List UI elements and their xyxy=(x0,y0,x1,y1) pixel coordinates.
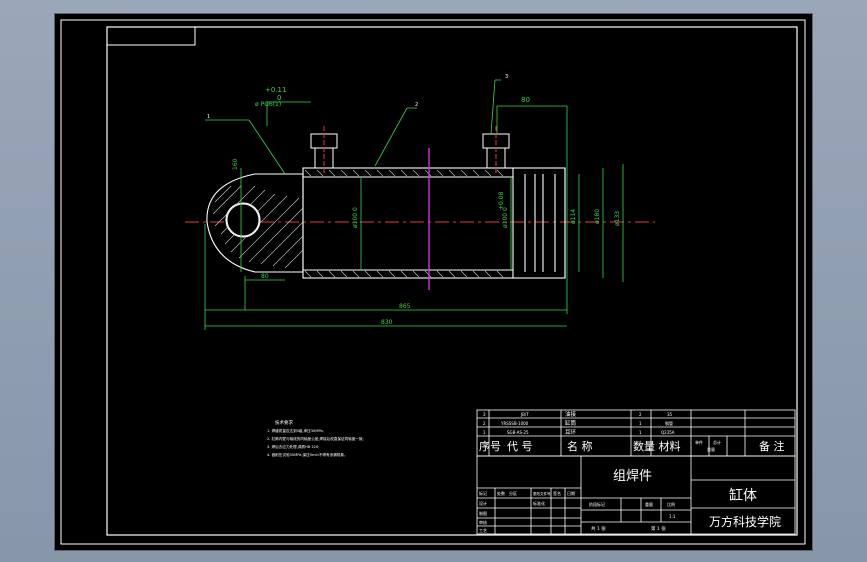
bom-code: JB/T xyxy=(520,412,529,417)
balloon-2: 2 xyxy=(415,102,418,108)
clevis-lug xyxy=(206,173,304,273)
tb-craft: 工艺 xyxy=(479,528,487,533)
tb-designer: 设计 xyxy=(479,500,487,506)
cad-viewport[interactable]: +0.11 0 ø PG6(1) 80 +0.08 ø100 0 ø100 0 … xyxy=(54,13,813,551)
tb-zone: 分区 xyxy=(509,490,517,496)
tb-stage: 阶段标记 xyxy=(589,501,605,507)
tb-count: 处数 xyxy=(497,490,505,496)
bom-qty: 1 xyxy=(639,430,642,435)
bom-no: 2 xyxy=(483,421,486,426)
bom-name: 油接 xyxy=(565,410,577,418)
tb-standard: 标准化 xyxy=(533,500,545,506)
bom-no: 1 xyxy=(483,430,486,435)
bom-name: 耳环 xyxy=(565,429,577,436)
dim-lug-w: 80 xyxy=(261,273,269,280)
tb-date: 日期 xyxy=(567,490,575,496)
tech-note-line: 2. 缸筒内壁与轴线的同轴度公差,焊接后校直保证同轴度一致; xyxy=(267,436,364,441)
tb-sheets: 共 1 张 xyxy=(591,525,606,532)
dim-lug-h: 160 xyxy=(232,158,239,170)
bom-header: 序号 代 号 名 称 数量 材料 单件 总计 重量 备 注 xyxy=(479,439,785,453)
balloon-1: 1 xyxy=(207,114,210,120)
bom-code: YRSSSB-1000 xyxy=(500,421,529,426)
dim-bore: ø100 0 xyxy=(352,207,359,228)
bom-qty: 2 xyxy=(639,412,642,417)
bom-header-weight-c: 重量 xyxy=(707,446,715,452)
tb-scale: 比例 xyxy=(667,501,675,507)
bom-rows: 3 JB/T 油接 2 35 2 YRSSSB-1000 缸筒 1 钢管 1 S… xyxy=(483,410,675,436)
cylinder-barrel xyxy=(302,167,566,279)
oil-port-right xyxy=(482,126,510,174)
dim-fit-left: +0.11 xyxy=(265,86,286,94)
bom-header-weight-a: 单件 xyxy=(695,439,703,445)
dim-port-left: ø PG6(1) xyxy=(255,101,281,108)
bom-qty: 1 xyxy=(639,421,642,426)
bom-header-remark: 备 注 xyxy=(759,439,785,453)
dim-seal: ø114 xyxy=(570,209,577,224)
oil-port-left xyxy=(310,126,338,174)
drawing-border xyxy=(106,26,798,536)
bom-code: SGB-AS-25 xyxy=(507,430,529,435)
tb-weight: 重量 xyxy=(645,501,653,507)
section-hatching xyxy=(304,169,504,278)
dim-inner: ø100 0 xyxy=(502,207,509,228)
tb-sign: 签名 xyxy=(553,490,561,496)
bom-material: 35 xyxy=(667,412,673,417)
assembly-title: 组焊件 xyxy=(613,468,652,484)
drawing-canvas[interactable]: +0.11 0 ø PG6(1) 80 +0.08 ø100 0 ø100 0 … xyxy=(55,14,812,550)
tb-change-no: 更改文件号 xyxy=(533,491,551,496)
tech-note-line: 3. 焊后去应力处理,调质HB 220; xyxy=(267,444,319,449)
bom-material: Q235A xyxy=(661,430,675,435)
tb-mark: 标记 xyxy=(479,490,487,496)
tb-scale-value: 1:1 xyxy=(669,514,676,519)
tb-drafter: 制图 xyxy=(479,510,487,516)
tech-notes-title: 技术要求 xyxy=(275,419,293,426)
dimension-lines xyxy=(204,79,624,330)
corner-code-box xyxy=(106,26,196,46)
bom-header-code: 代 号 xyxy=(507,440,533,453)
dim-out2: ø133 xyxy=(614,211,621,226)
bom-header-weight-b: 总计 xyxy=(713,439,721,445)
part-name: 缸体 xyxy=(729,487,757,504)
title-block-fields: 标记 处数 分区 更改文件号 签名 日期 设计 标准化 制图 审核 工艺 阶段标… xyxy=(479,490,676,533)
outer-frame xyxy=(60,19,806,545)
dim-port-right-len: 80 xyxy=(521,96,530,104)
bom-header-no: 序号 xyxy=(479,439,501,453)
dim-overall: 830 xyxy=(381,319,393,326)
tb-checker: 审核 xyxy=(479,519,487,525)
bom-header-qty-mat: 数量 材料 xyxy=(633,439,681,453)
tech-note-line: 4. 做耐压试验30MPa,保压5min不得有渗漏现象。 xyxy=(267,452,348,457)
bom-no: 3 xyxy=(483,412,486,417)
school-name: 万方科技学院 xyxy=(709,514,781,529)
dim-span: 865 xyxy=(399,303,411,310)
balloon-3: 3 xyxy=(505,74,508,80)
tech-notes: 技术要求 1. 焊缝质量应达到II级,承压30MPa; 2. 缸筒内壁与轴线的同… xyxy=(267,419,364,457)
tech-note-line: 1. 焊缝质量应达到II级,承压30MPa; xyxy=(267,428,324,433)
tb-sheet: 第 1 张 xyxy=(651,525,666,532)
bom-header-name: 名 称 xyxy=(567,439,593,453)
bom-material: 钢管 xyxy=(665,420,673,426)
dim-out1: ø180 xyxy=(594,209,601,224)
bom-name: 缸筒 xyxy=(565,419,577,427)
